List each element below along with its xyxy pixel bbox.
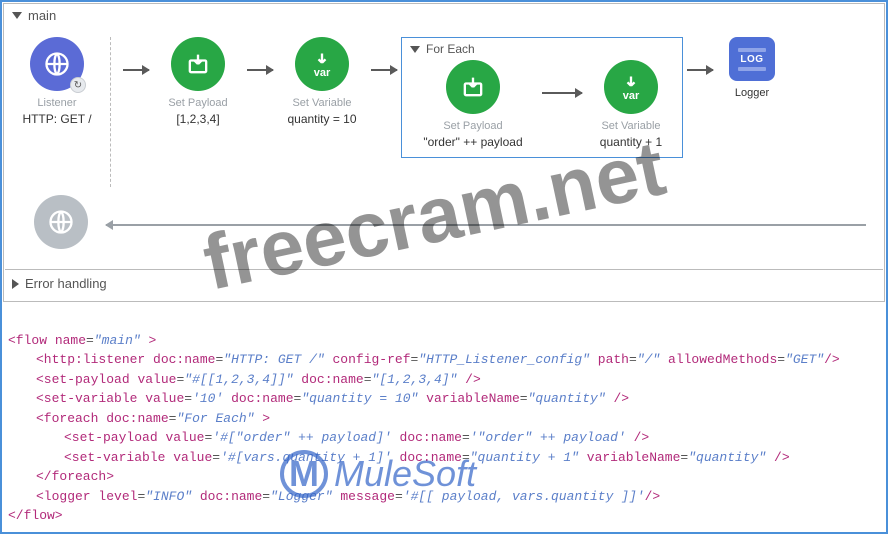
- flow-header[interactable]: main: [4, 4, 884, 27]
- foreach-scope[interactable]: For Each Set Payload "order" ++ payload: [401, 37, 683, 158]
- chevron-right-icon: [12, 279, 19, 289]
- chevron-down-icon: [12, 12, 22, 19]
- foreach-nodes: Set Payload "order" ++ payload var Set V…: [408, 60, 676, 149]
- flow-canvas: main ↻ Listener HTTP: GET / Set Payload …: [3, 3, 885, 302]
- payload-icon: [446, 60, 500, 114]
- flow-title: main: [28, 8, 56, 23]
- error-handling-header[interactable]: Error handling: [4, 270, 884, 301]
- foreach-set-variable-sub: quantity + 1: [600, 135, 662, 149]
- foreach-set-payload-node[interactable]: Set Payload "order" ++ payload: [408, 60, 538, 149]
- logger-badge: LOG: [740, 54, 763, 65]
- main-area: ↻ Listener HTTP: GET / Set Payload [1,2,…: [4, 27, 884, 269]
- arrow: [683, 37, 717, 103]
- arrow: [119, 37, 153, 103]
- source-divider: [110, 37, 111, 187]
- foreach-set-payload-label: Set Payload: [443, 120, 502, 133]
- listener-label: Listener: [37, 97, 76, 110]
- set-variable-label: Set Variable: [292, 97, 351, 110]
- outer-frame: main ↻ Listener HTTP: GET / Set Payload …: [0, 0, 888, 534]
- listener-sub: HTTP: GET /: [22, 112, 91, 126]
- payload-icon: [171, 37, 225, 91]
- arrow: [367, 37, 401, 103]
- return-row: [12, 193, 876, 261]
- logger-label: Logger: [735, 87, 769, 100]
- var-icon: var: [295, 37, 349, 91]
- foreach-header: For Each: [408, 40, 676, 60]
- set-variable-sub: quantity = 10: [287, 112, 356, 126]
- foreach-set-variable-node[interactable]: var Set Variable quantity + 1: [586, 60, 676, 149]
- xml-source: <flow name="main" > <http:listener doc:n…: [2, 303, 886, 532]
- var-icon: var: [604, 60, 658, 114]
- chevron-down-icon: [410, 46, 420, 53]
- set-variable-node[interactable]: var Set Variable quantity = 10: [277, 37, 367, 126]
- set-payload-sub: [1,2,3,4]: [176, 112, 219, 126]
- cycle-badge-icon: ↻: [70, 77, 86, 93]
- foreach-title: For Each: [426, 42, 475, 56]
- flow-row: ↻ Listener HTTP: GET / Set Payload [1,2,…: [12, 31, 876, 193]
- logger-node[interactable]: LOG Logger: [717, 37, 787, 100]
- globe-grey-icon: [34, 195, 88, 249]
- error-handling-label: Error handling: [25, 276, 107, 291]
- arrow: [538, 60, 586, 126]
- foreach-set-variable-label: Set Variable: [601, 120, 660, 133]
- arrow: [243, 37, 277, 103]
- return-arrow: [106, 224, 866, 226]
- page: main ↻ Listener HTTP: GET / Set Payload …: [0, 0, 888, 534]
- foreach-set-payload-sub: "order" ++ payload: [423, 135, 522, 149]
- set-payload-label: Set Payload: [168, 97, 227, 110]
- globe-icon: ↻: [30, 37, 84, 91]
- response-placeholder: [26, 195, 96, 255]
- listener-node[interactable]: ↻ Listener HTTP: GET /: [12, 37, 102, 126]
- set-payload-node[interactable]: Set Payload [1,2,3,4]: [153, 37, 243, 126]
- logger-icon: LOG: [729, 37, 775, 81]
